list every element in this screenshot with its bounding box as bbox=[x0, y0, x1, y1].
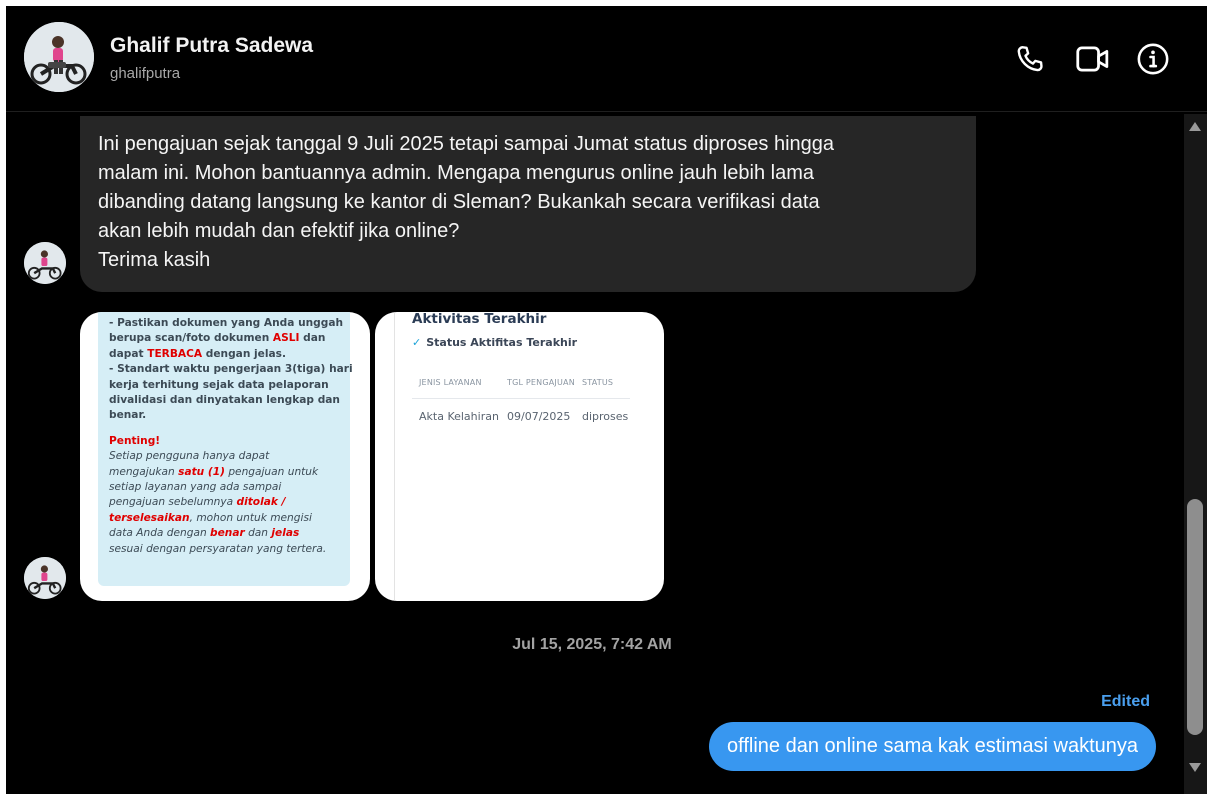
text-line: Penting! bbox=[109, 434, 161, 447]
text-line: terselesaikan, mohon untuk mengisi bbox=[109, 511, 312, 524]
scroll-up-arrow-icon[interactable] bbox=[1189, 122, 1201, 131]
panel-title: Aktivitas Terakhir bbox=[412, 312, 547, 327]
scroll-down-arrow-icon[interactable] bbox=[1189, 763, 1201, 772]
table-header: STATUS bbox=[582, 378, 614, 387]
text-line: setiap layanan yang ada sampai bbox=[109, 481, 282, 494]
contact-name[interactable]: Ghalif Putra Sadewa bbox=[110, 34, 313, 58]
message-line: Ini pengajuan sejak tanggal 9 Juli 2025 … bbox=[98, 133, 835, 155]
avatar[interactable] bbox=[24, 557, 66, 599]
image-attachment[interactable]: - Pastikan dokumen yang Anda unggah beru… bbox=[80, 312, 370, 601]
text-line: dapat TERBACA dengan jelas. bbox=[109, 347, 286, 360]
text-line: sesuai dengan persyaratan yang tertera. bbox=[109, 542, 327, 555]
avatar[interactable] bbox=[24, 242, 66, 284]
check-icon: ✓ bbox=[412, 336, 422, 349]
table-header: TGL PENGAJUAN bbox=[507, 378, 575, 387]
contact-username: ghalifputra bbox=[110, 65, 181, 82]
message-line: dibanding datang langsung ke kantor di S… bbox=[98, 191, 820, 213]
message-line: Terima kasih bbox=[98, 249, 211, 271]
divider bbox=[412, 398, 630, 399]
incoming-message-bubble[interactable]: Ini pengajuan sejak tanggal 9 Juli 2025 … bbox=[80, 116, 976, 292]
message-line: akan lebih mudah dan efektif jika online… bbox=[98, 220, 460, 242]
outgoing-message-bubble[interactable]: offline dan online sama kak estimasi wak… bbox=[709, 722, 1156, 771]
text-line: mengajukan satu (1) pengajuan untuk bbox=[109, 465, 319, 478]
table-header: JENIS LAYANAN bbox=[419, 378, 482, 387]
chat-header: Ghalif Putra Sadewa ghalifputra bbox=[6, 6, 1207, 112]
text-line: kerja terhitung sejak data pelaporan bbox=[109, 378, 329, 391]
text-line: benar. bbox=[109, 409, 147, 422]
text-line: divalidasi dan dinyatakan lengkap dan bbox=[109, 394, 340, 407]
table-cell: 09/07/2025 bbox=[507, 410, 571, 423]
activity-panel: Aktivitas Terakhir ✓ Status Aktifitas Ter… bbox=[394, 312, 650, 601]
text-line: - Pastikan dokumen yang Anda unggah bbox=[109, 317, 344, 329]
video-icon[interactable] bbox=[1074, 40, 1112, 78]
text-line: Setiap pengguna hanya dapat bbox=[109, 450, 270, 463]
info-icon[interactable] bbox=[1134, 40, 1172, 78]
phone-icon[interactable] bbox=[1011, 40, 1049, 78]
message-timestamp: Jul 15, 2025, 7:42 AM bbox=[512, 636, 672, 653]
chat-window: Ghalif Putra Sadewa ghalifputra Ini peng… bbox=[6, 6, 1207, 794]
image-attachment[interactable]: Aktivitas Terakhir ✓ Status Aktifitas Ter… bbox=[375, 312, 664, 601]
avatar[interactable] bbox=[24, 22, 94, 92]
table-cell: diproses bbox=[582, 410, 629, 423]
scroll-thumb[interactable] bbox=[1187, 499, 1203, 735]
table-cell: Akta Kelahiran bbox=[419, 410, 499, 423]
info-panel: - Pastikan dokumen yang Anda unggah beru… bbox=[98, 312, 353, 586]
message-line: malam ini. Mohon bantuannya admin. Menga… bbox=[98, 162, 814, 184]
text-line: pengajuan sebelumnya ditolak / bbox=[109, 496, 286, 509]
text-line: - Standart waktu pengerjaan 3(tiga) hari bbox=[109, 363, 353, 376]
text-line: data Anda dengan benar dan jelas bbox=[109, 527, 300, 540]
text-line: berupa scan/foto dokumen ASLI dan bbox=[109, 332, 326, 345]
scrollbar[interactable] bbox=[1184, 114, 1207, 794]
panel-subtitle: ✓ Status Aktifitas Terakhir bbox=[412, 336, 578, 349]
edited-label[interactable]: Edited bbox=[1101, 693, 1150, 711]
